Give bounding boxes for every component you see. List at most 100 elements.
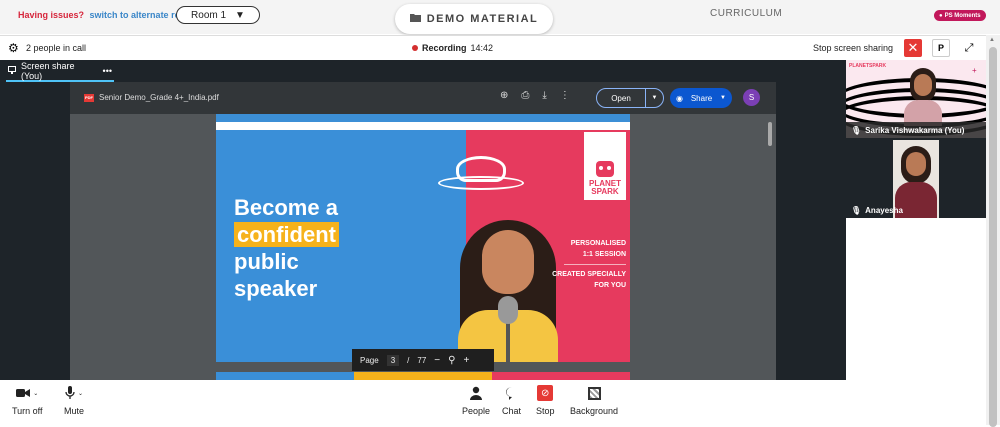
page-gap bbox=[216, 122, 630, 130]
next-page-strip bbox=[216, 372, 630, 380]
previous-page-strip bbox=[216, 114, 630, 122]
ps-moments-label: PS Moments bbox=[944, 12, 981, 19]
background-icon bbox=[587, 385, 601, 401]
people-count: 2 people in call bbox=[26, 43, 87, 53]
globe-icon: ◉ bbox=[676, 93, 683, 103]
recording-dot-icon bbox=[412, 45, 418, 51]
screen-share-header: Screen share (You) ••• bbox=[0, 60, 846, 82]
pdf-tools: ⊕ ⎙ ⤓ ⋮ bbox=[500, 90, 570, 101]
page-total: 77 bbox=[417, 355, 427, 365]
chevron-down-icon: ▼ bbox=[235, 9, 245, 21]
call-controls: ⌄ Turn off ⌄ Mute People Chat ⊘ Stop Bac… bbox=[0, 380, 986, 425]
people-label: People bbox=[462, 406, 491, 416]
open-button[interactable]: Open ▼ bbox=[596, 88, 664, 108]
pdf-toolbar: PDF Senior Demo_Grade 4+_India.pdf ⊕ ⎙ ⤓… bbox=[70, 82, 776, 114]
turn-off-camera-button[interactable]: ⌄ Turn off bbox=[12, 385, 43, 416]
more-icon[interactable]: ••• bbox=[103, 66, 112, 76]
page-number-input[interactable]: 3 bbox=[386, 354, 400, 366]
headline-line-1: Become a bbox=[234, 195, 338, 220]
issues-notice: Having issues? switch to alternate room bbox=[18, 10, 194, 20]
avatar[interactable]: S bbox=[743, 89, 760, 106]
next-strip-blue bbox=[216, 372, 354, 380]
turn-off-label: Turn off bbox=[12, 406, 43, 416]
more-vert-icon[interactable]: ⋮ bbox=[560, 90, 570, 101]
recording-time: 14:42 bbox=[470, 43, 494, 53]
stop-sharing-button[interactable]: ✕ bbox=[904, 39, 922, 57]
swirl-illustration bbox=[456, 156, 506, 182]
demo-material-label: DEMO MATERIAL bbox=[426, 13, 539, 25]
participants-panel: PLANETSPARK + 🎙 Sarika Vishwakarma (You)… bbox=[846, 60, 986, 380]
page-scrollbar[interactable]: ▲ bbox=[986, 35, 1000, 427]
zoom-icon[interactable]: ⚲ bbox=[448, 355, 455, 366]
people-button[interactable]: People bbox=[462, 385, 490, 416]
chevron-down-icon[interactable]: ⌄ bbox=[33, 390, 38, 397]
ps-moments-button[interactable]: ● PS Moments bbox=[934, 10, 986, 21]
screen-icon bbox=[8, 66, 16, 76]
mute-label: Mute bbox=[64, 406, 85, 416]
slide-headline: Become a confident public speaker bbox=[234, 194, 339, 302]
open-dropdown-icon[interactable]: ▼ bbox=[645, 89, 663, 107]
screen-share-tab-label: Screen share (You) bbox=[21, 61, 75, 81]
pattern-icon bbox=[587, 386, 601, 400]
stop-label: Stop bbox=[536, 406, 555, 416]
close-icon: ✕ bbox=[907, 40, 919, 55]
gear-icon[interactable]: ⚙ bbox=[8, 41, 19, 55]
participant-video-self bbox=[904, 68, 942, 126]
recording-label: Recording bbox=[422, 43, 467, 53]
stop-share-button[interactable]: ⊘ Stop bbox=[536, 385, 555, 416]
background-button[interactable]: Background bbox=[570, 385, 618, 416]
next-strip-pink bbox=[492, 372, 630, 380]
participant-name-bar: 🎙 Sarika Vishwakarma (You) bbox=[846, 122, 986, 138]
curriculum-tab[interactable]: CURRICULUM bbox=[710, 8, 782, 19]
zoom-in-icon[interactable]: + bbox=[463, 355, 469, 366]
created-line-1: CREATED SPECIALLY bbox=[552, 271, 626, 278]
person-icon bbox=[470, 385, 483, 401]
room-selector[interactable]: Room 1 ▼ bbox=[176, 6, 260, 24]
divider bbox=[564, 264, 626, 265]
p-button[interactable]: P bbox=[932, 39, 950, 57]
screen-share-tab[interactable]: Screen share (You) ••• bbox=[6, 61, 114, 82]
scroll-up-icon[interactable]: ▲ bbox=[989, 37, 995, 43]
print-icon[interactable]: ⎙ bbox=[521, 90, 529, 101]
recording-indicator: Recording 14:42 bbox=[412, 43, 493, 53]
zoom-out-icon[interactable]: − bbox=[434, 355, 440, 366]
room-label: Room 1 bbox=[191, 9, 227, 21]
add-drive-icon[interactable]: ⊕ bbox=[500, 90, 508, 101]
open-label: Open bbox=[611, 93, 631, 103]
folder-icon bbox=[409, 13, 421, 25]
issues-text: Having issues? bbox=[18, 10, 85, 20]
mic-icon: ⌄ bbox=[65, 385, 83, 401]
robot-icon bbox=[596, 161, 614, 177]
headline-line-3: public bbox=[234, 249, 299, 274]
top-bar: Having issues? switch to alternate room … bbox=[0, 0, 1000, 34]
personalised-line-2: 1:1 SESSION bbox=[582, 251, 626, 258]
call-header: ⚙ 2 people in call Recording 14:42 Stop … bbox=[0, 35, 986, 60]
stop-screen-sharing-label: Stop screen sharing bbox=[813, 43, 894, 53]
camera-icon: ● bbox=[939, 12, 943, 19]
pdf-scrollbar[interactable] bbox=[768, 122, 772, 146]
chevron-down-icon[interactable]: ⌄ bbox=[78, 390, 83, 397]
person-face bbox=[914, 74, 932, 96]
demo-material-button[interactable]: DEMO MATERIAL bbox=[395, 4, 553, 34]
participant-tile-self[interactable]: PLANETSPARK + 🎙 Sarika Vishwakarma (You) bbox=[846, 60, 986, 138]
expand-icon[interactable]: ⤢ bbox=[960, 39, 978, 57]
page-navigator: Page 3 / 77 − ⚲ + bbox=[352, 349, 494, 371]
download-icon[interactable]: ⤓ bbox=[542, 90, 546, 101]
mic-icon: 🎙 bbox=[851, 125, 862, 135]
participant-name-other: Anayesha bbox=[865, 205, 903, 215]
scrollbar-thumb[interactable] bbox=[989, 47, 997, 427]
share-label: Share bbox=[690, 93, 713, 103]
girl-face bbox=[482, 230, 534, 294]
chat-button[interactable]: Chat bbox=[502, 385, 521, 416]
created-line-2: FOR YOU bbox=[594, 282, 626, 289]
pdf-filename: PDF Senior Demo_Grade 4+_India.pdf bbox=[84, 93, 219, 102]
microphone-illustration bbox=[498, 296, 518, 324]
screen-share-area: Screen share (You) ••• PDF Senior Demo_G… bbox=[0, 60, 846, 380]
chat-icon bbox=[505, 385, 519, 401]
chat-label: Chat bbox=[502, 406, 522, 416]
page-label: Page bbox=[360, 355, 379, 365]
mute-button[interactable]: ⌄ Mute bbox=[64, 385, 84, 416]
background-label: Background bbox=[570, 406, 619, 416]
share-button[interactable]: ◉ Share ▼ bbox=[670, 88, 732, 108]
headline-line-2: confident bbox=[234, 222, 339, 247]
